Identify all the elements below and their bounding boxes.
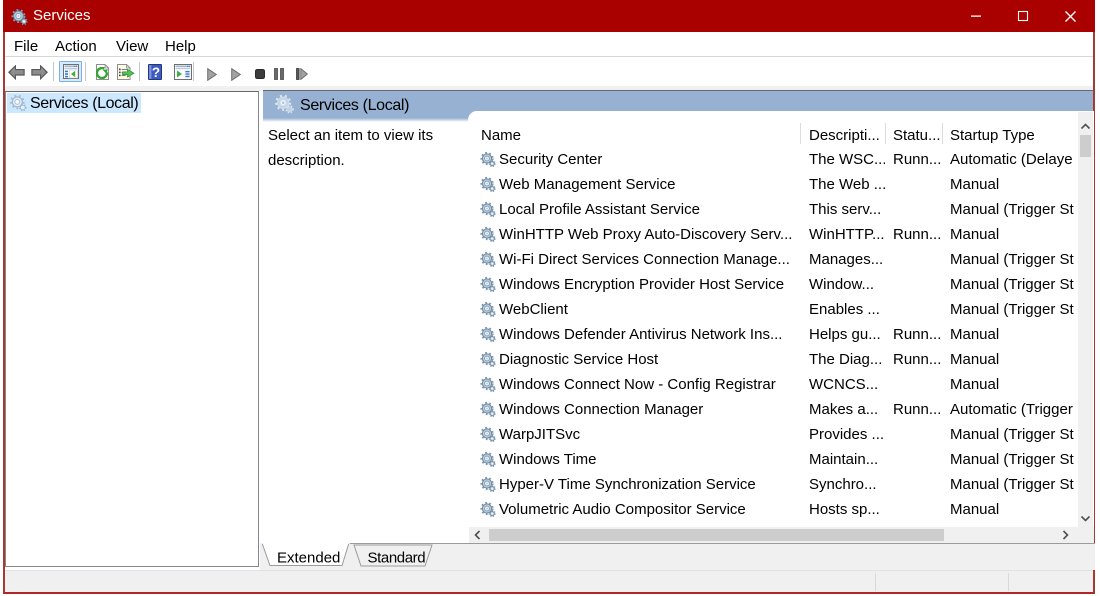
svg-text:Extended: Extended xyxy=(277,550,340,567)
svg-text:Standard: Standard xyxy=(368,550,426,567)
svg-text:?: ? xyxy=(151,65,159,80)
